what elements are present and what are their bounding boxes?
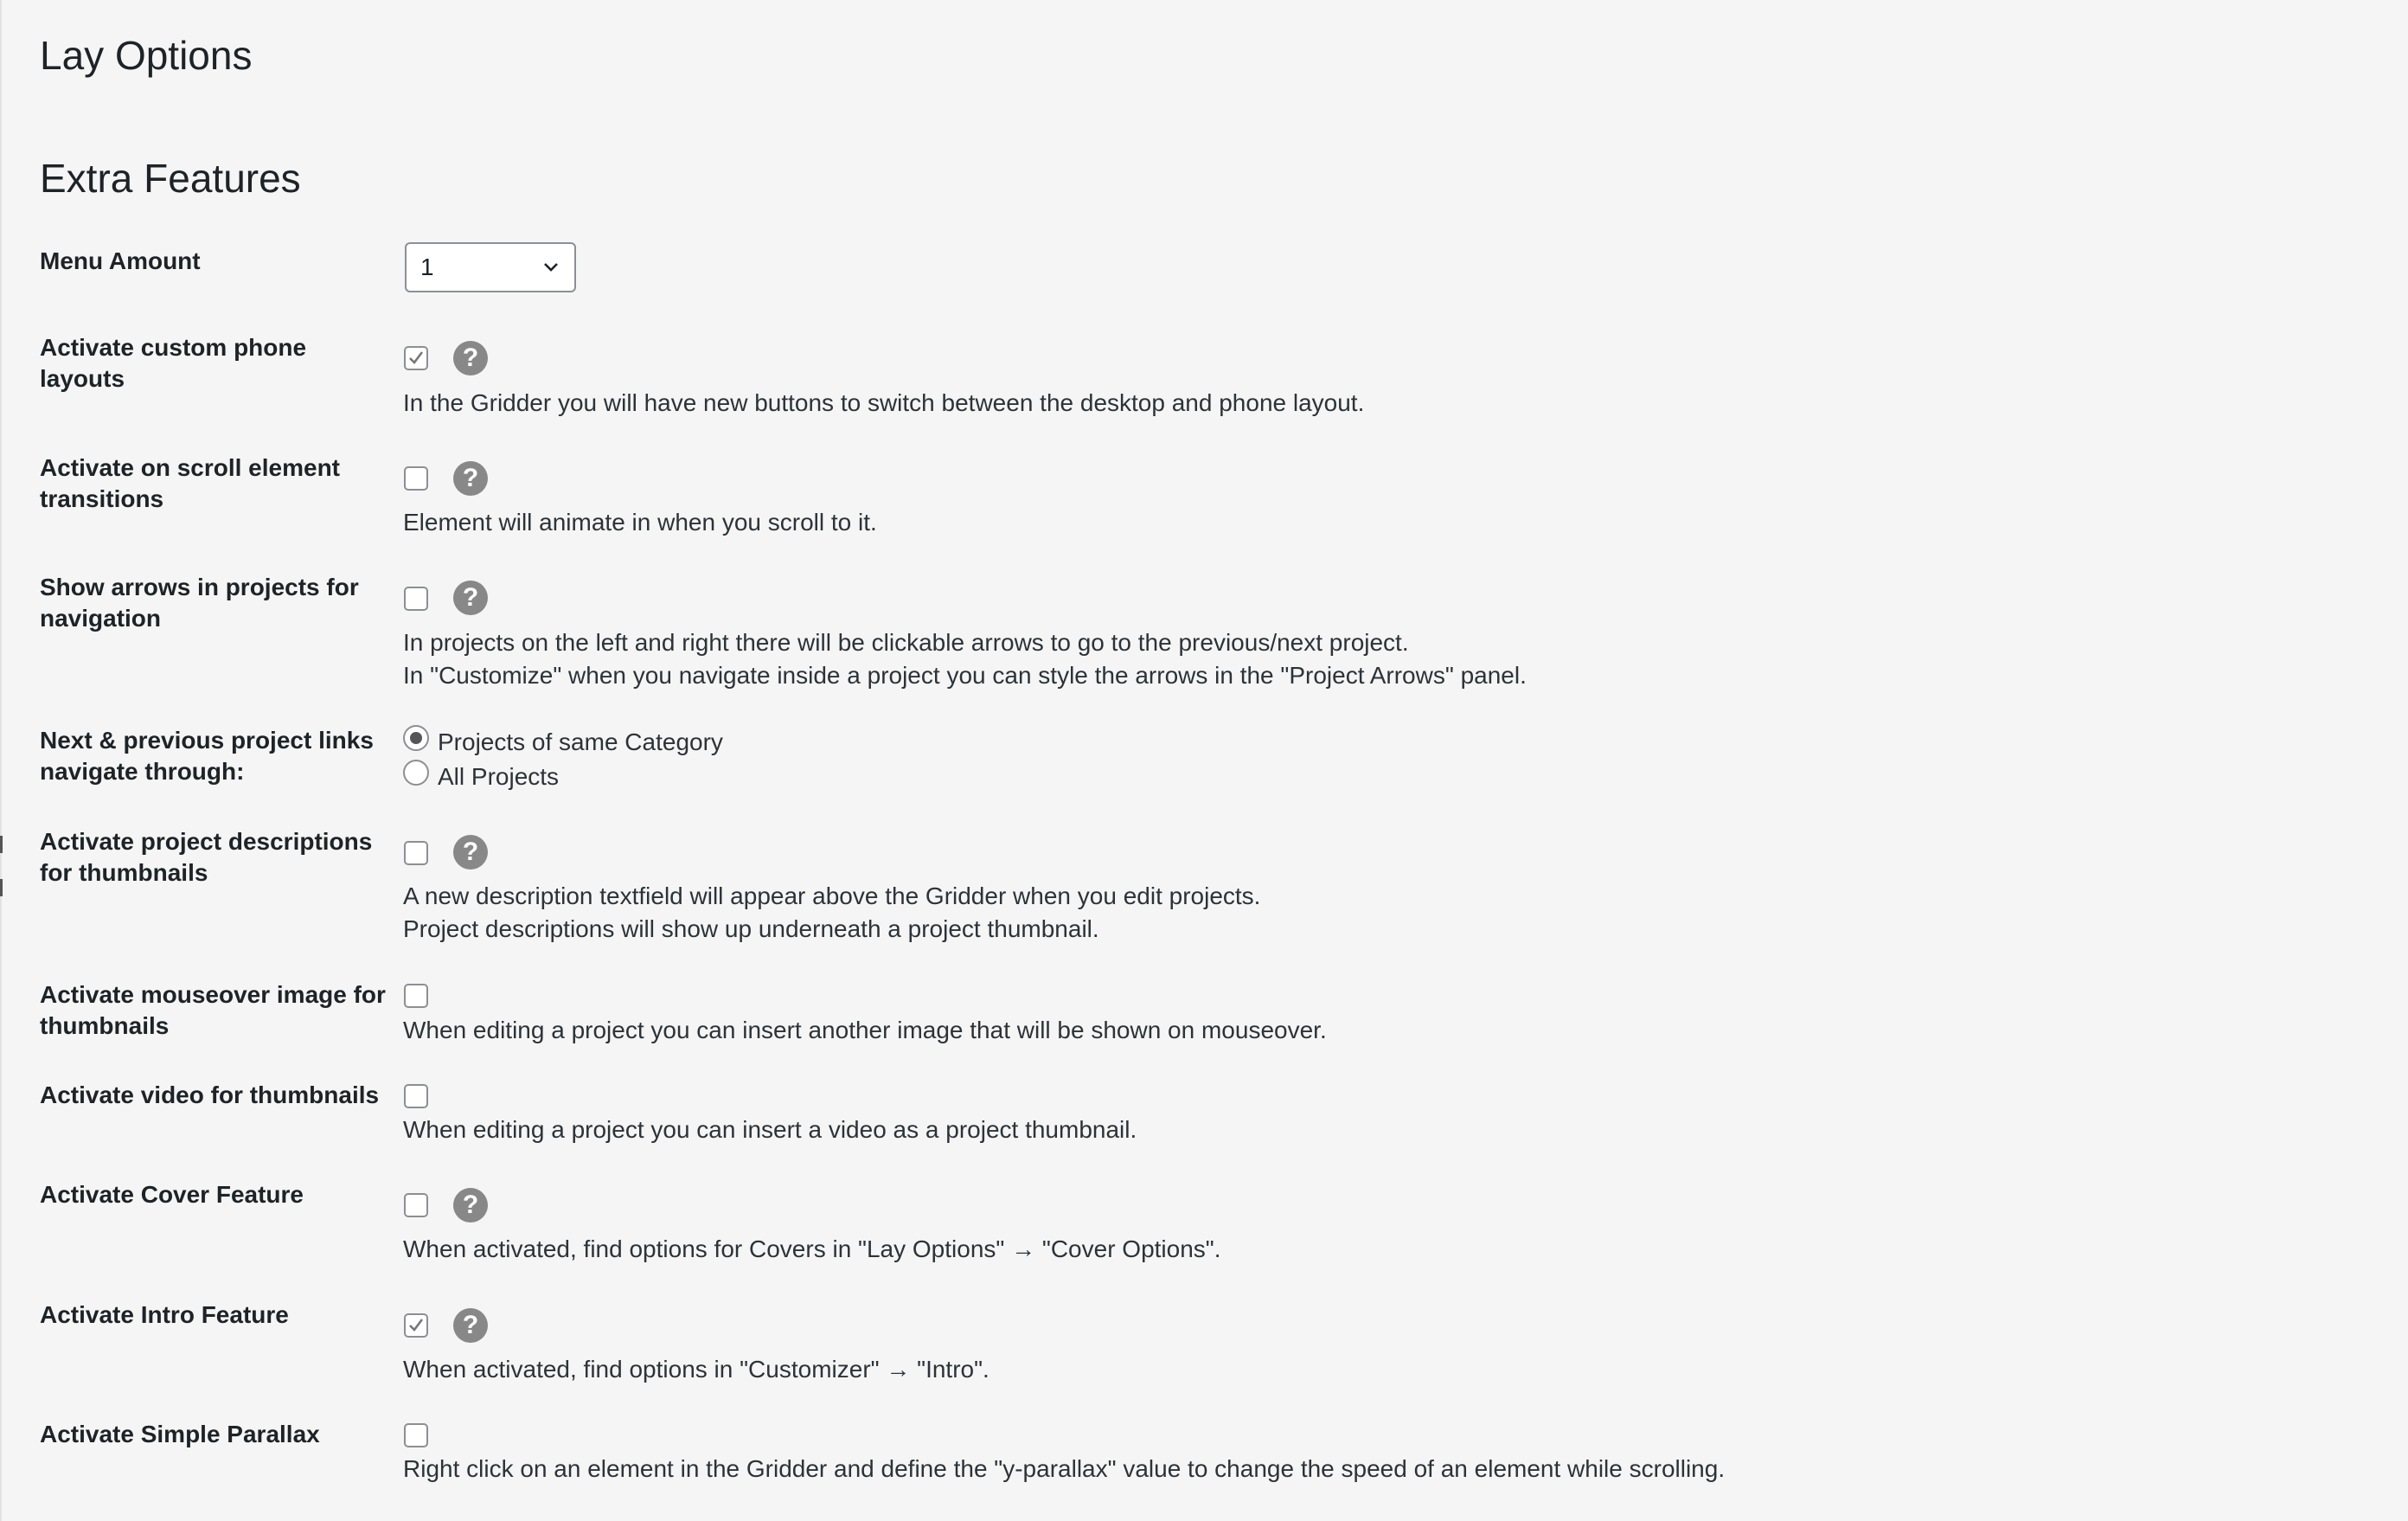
collapse-marker [0,836,3,853]
setting-description: When editing a project you can insert an… [403,1017,1327,1043]
radio-same-category[interactable] [403,725,429,751]
checkmark-icon [409,1319,424,1332]
question-circle-icon[interactable]: ? [453,461,488,496]
menu-amount-select[interactable]: 1 [405,242,576,292]
setting-description: Right click on an element in the Gridder… [403,1455,1726,1482]
setting-label: Activate video for thumbnails [40,1081,380,1108]
setting-description: A new description textfield will appear … [403,882,1261,909]
setting-checkbox[interactable] [404,1313,428,1338]
setting-checkbox[interactable] [404,984,428,1008]
setting-label: Activate project descriptions for thumbn… [40,828,373,886]
setting-checkbox[interactable] [404,1423,428,1447]
radio-label[interactable]: Projects of same Category [438,726,723,759]
setting-checkbox[interactable] [404,1084,428,1108]
setting-checkbox[interactable] [404,466,428,491]
setting-label: Activate Intro Feature [40,1301,289,1328]
radio-all-projects[interactable] [403,760,429,786]
collapse-marker [0,879,3,896]
checkmark-icon [409,351,424,364]
left-edge-border [0,0,2,1521]
setting-label: Activate custom phone layouts [40,334,307,392]
menu-amount-value: 1 [420,254,434,280]
question-circle-icon[interactable]: ? [453,581,488,615]
setting-description: Element will animate in when you scroll … [403,509,877,536]
setting-checkbox[interactable] [404,841,428,865]
question-circle-icon[interactable]: ? [453,1188,488,1223]
nav-links-label: Next & previous project links navigate t… [40,727,374,785]
setting-label: Show arrows in projects for navigation [40,574,359,632]
setting-label: Activate Cover Feature [40,1181,304,1208]
setting-checkbox[interactable] [404,587,428,611]
setting-label: Activate mouseover image for thumbnails [40,981,386,1039]
setting-checkbox[interactable] [404,346,428,370]
page-title: Lay Options [40,33,253,78]
setting-description: When activated, find options for Covers … [403,1235,1221,1262]
setting-description: When activated, find options in "Customi… [403,1356,989,1383]
setting-label: Activate Simple Parallax [40,1421,320,1447]
question-circle-icon[interactable]: ? [453,341,488,375]
menu-amount-label: Menu Amount [40,247,201,274]
setting-description: In "Customize" when you navigate inside … [403,662,1527,689]
chevron-down-icon [544,263,558,272]
radio-label[interactable]: All Projects [438,760,559,793]
setting-description: Project descriptions will show up undern… [403,915,1099,942]
question-circle-icon[interactable]: ? [453,1308,488,1343]
setting-description: When editing a project you can insert a … [403,1116,1137,1143]
setting-description: In projects on the left and right there … [403,629,1409,656]
setting-checkbox[interactable] [404,1193,428,1217]
setting-label: Activate on scroll element transitions [40,454,341,512]
question-circle-icon[interactable]: ? [453,835,488,870]
setting-description: In the Gridder you will have new buttons… [403,389,1365,416]
radio-selected-dot [410,732,422,744]
section-heading: Extra Features [40,156,301,201]
